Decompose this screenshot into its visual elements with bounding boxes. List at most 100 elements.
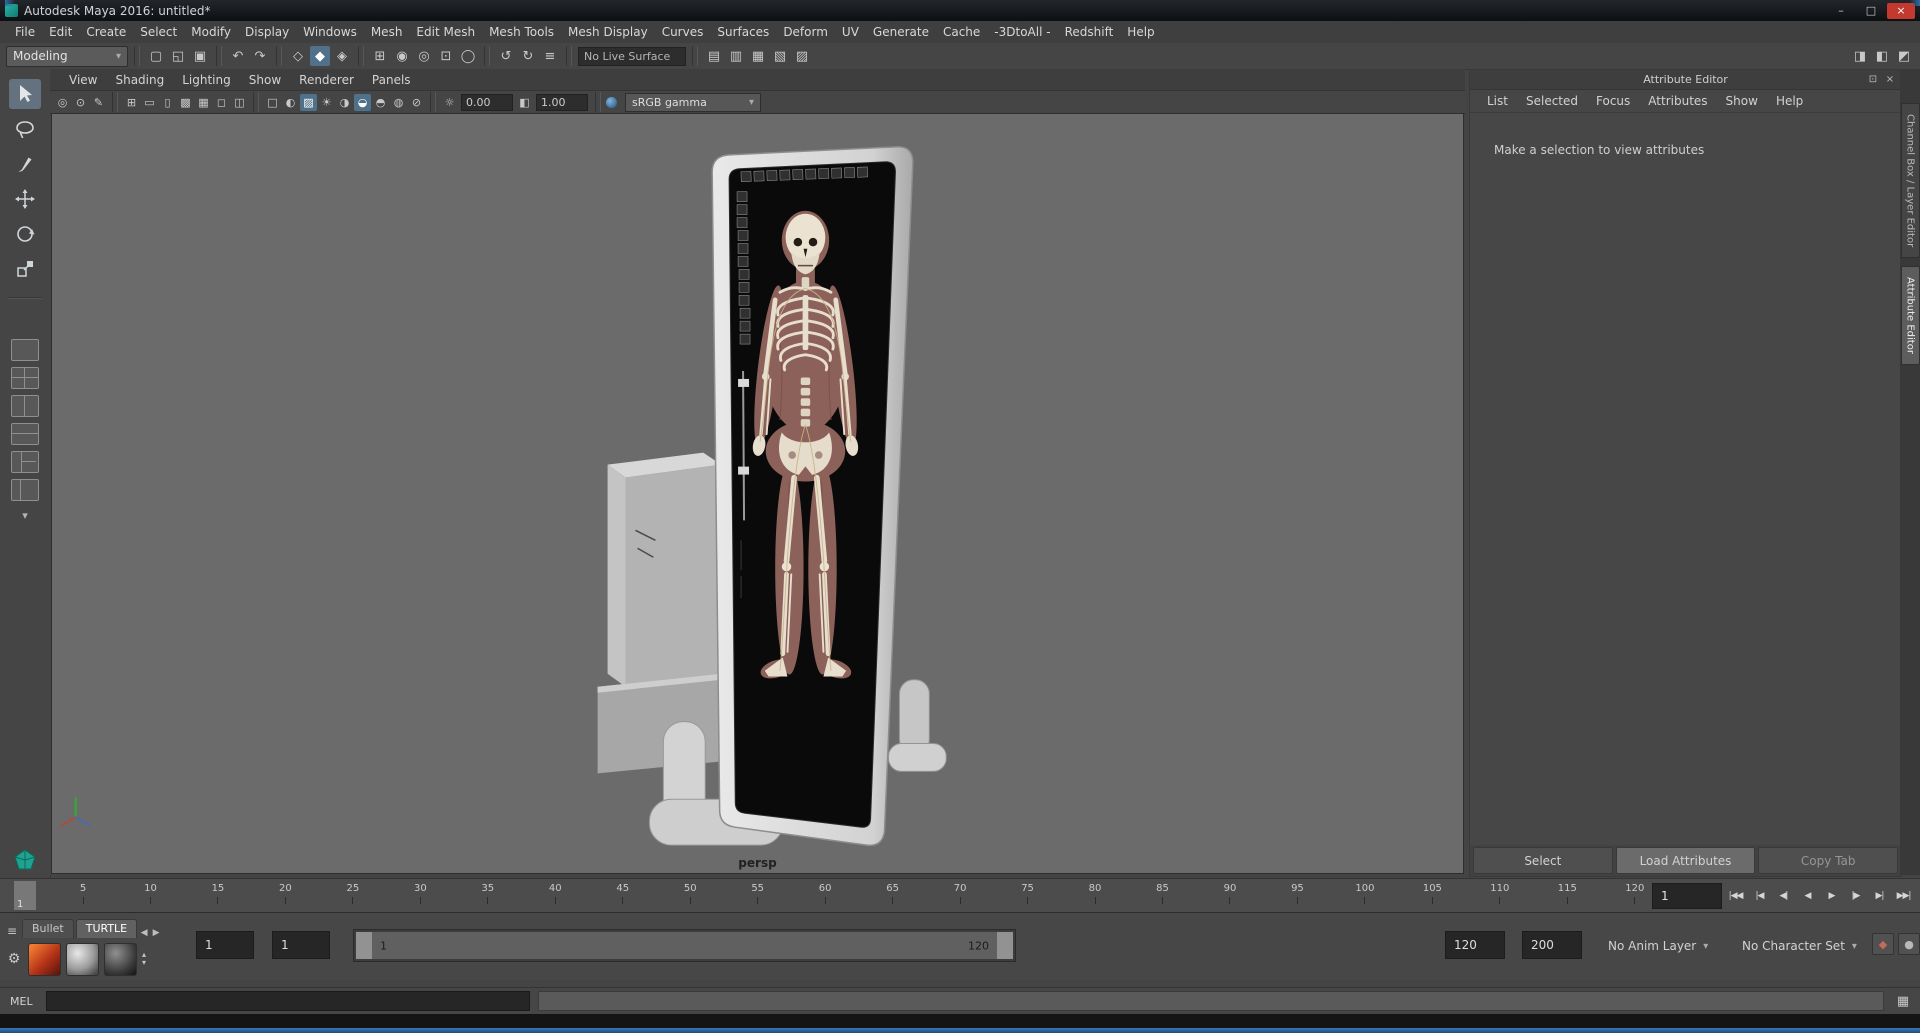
live-surface-field[interactable]: No Live Surface	[578, 46, 686, 66]
maximize-button[interactable]: □	[1857, 3, 1885, 19]
textured-mode-icon[interactable]: ▨	[300, 93, 317, 111]
playback-start-field[interactable]: 1	[272, 931, 330, 959]
step-back-key-button[interactable]: ◀|	[1772, 883, 1795, 909]
ae-menu-attributes[interactable]: Attributes	[1639, 94, 1716, 108]
minimize-button[interactable]: –	[1827, 3, 1855, 19]
tab-channel-box-layer-editor[interactable]: Channel Box / Layer Editor	[1900, 103, 1920, 259]
playback-end-field[interactable]: 120	[1445, 931, 1505, 959]
step-forward-key-button[interactable]: |▶	[1844, 883, 1867, 909]
menu-uv[interactable]: UV	[835, 25, 866, 39]
paint-select-tool[interactable]	[9, 149, 41, 179]
ae-menu-help[interactable]: Help	[1767, 94, 1812, 108]
motion-blur-icon[interactable]: ◓	[372, 94, 389, 111]
group-divider[interactable]	[216, 46, 222, 66]
shadows-icon[interactable]: ◑	[336, 94, 353, 111]
group-divider[interactable]	[358, 46, 364, 66]
select-tool[interactable]	[9, 79, 41, 109]
shaded-mode-icon[interactable]: ◐	[282, 94, 299, 111]
close-panel-icon[interactable]: ×	[1883, 74, 1897, 85]
grid-toggle-icon[interactable]: ⊞	[123, 94, 140, 111]
attribute-editor-header[interactable]: Attribute Editor ⊡ ×	[1470, 70, 1901, 90]
panel-menu-panels[interactable]: Panels	[363, 73, 420, 87]
shelf-tab-turtle[interactable]: TURTLE	[75, 919, 138, 938]
viewport-canvas[interactable]: persp	[51, 113, 1464, 874]
lock-camera-icon[interactable]: ⊙	[72, 94, 89, 111]
anim-layer-dropdown[interactable]: No Anim Layer ▾	[1608, 933, 1708, 959]
layout-single-pane-button[interactable]	[11, 339, 39, 361]
select-camera-icon[interactable]: ◎	[54, 94, 71, 111]
menu-mesh-tools[interactable]: Mesh Tools	[482, 25, 561, 39]
layout-three-panes-button[interactable]	[11, 451, 39, 473]
input-connections-icon[interactable]: ↺	[496, 46, 516, 66]
film-gate-icon[interactable]: ▭	[141, 94, 158, 111]
display-counter-icon-5[interactable]: ▨	[792, 46, 812, 66]
material-sphere-shelf-icon[interactable]	[66, 942, 99, 976]
play-forwards-button[interactable]: ▶	[1820, 883, 1843, 909]
select-hierarchy-icon[interactable]: ◇	[288, 46, 308, 66]
group-divider[interactable]	[566, 46, 572, 66]
safe-action-icon[interactable]: ◻	[213, 94, 230, 111]
move-tool[interactable]	[9, 184, 41, 214]
output-connections-icon[interactable]: ↻	[518, 46, 538, 66]
menu-mesh-display[interactable]: Mesh Display	[561, 25, 655, 39]
save-scene-icon[interactable]: ▣	[190, 46, 210, 66]
more-layouts-chevron-icon[interactable]: ▾	[22, 509, 28, 522]
panel-menu-show[interactable]: Show	[240, 73, 290, 87]
lasso-tool[interactable]	[9, 114, 41, 144]
menu-edit[interactable]: Edit	[42, 25, 79, 39]
group-divider[interactable]	[484, 46, 490, 66]
menu-help[interactable]: Help	[1120, 25, 1161, 39]
ambient-occlusion-icon[interactable]: ◒	[354, 93, 371, 111]
construction-history-icon[interactable]: ≡	[540, 46, 560, 66]
select-button[interactable]: Select	[1473, 847, 1613, 874]
layout-two-panes-stacked-button[interactable]	[11, 423, 39, 445]
panel-menu-lighting[interactable]: Lighting	[173, 73, 240, 87]
range-slider[interactable]: 1 120	[353, 929, 1016, 962]
step-forward-frame-button[interactable]: ▶|	[1868, 883, 1891, 909]
gamma-icon[interactable]: ◧	[516, 94, 533, 111]
select-component-icon[interactable]: ◈	[332, 46, 352, 66]
go-to-start-button[interactable]: |◀◀	[1724, 883, 1747, 909]
play-backwards-button[interactable]: ◀	[1796, 883, 1819, 909]
shelf-tab-bullet[interactable]: Bullet	[22, 919, 74, 938]
menu-deform[interactable]: Deform	[776, 25, 835, 39]
menu-edit-mesh[interactable]: Edit Mesh	[409, 25, 482, 39]
command-language-label[interactable]: MEL	[10, 995, 38, 1008]
range-slider-bar[interactable]	[356, 932, 1013, 959]
menuset-dropdown[interactable]: Modeling ▾	[6, 45, 128, 67]
toggle-tool-settings-icon[interactable]: ◧	[1872, 46, 1892, 66]
isolate-select-icon[interactable]: ⊘	[408, 94, 425, 111]
shelf-prev-icon[interactable]: ◀	[139, 928, 149, 938]
menu-modify[interactable]: Modify	[184, 25, 238, 39]
panel-menu-view[interactable]: View	[60, 73, 106, 87]
current-frame-field[interactable]: 1	[1652, 883, 1722, 909]
animation-end-field[interactable]: 200	[1522, 931, 1582, 959]
display-counter-icon-3[interactable]: ▦	[748, 46, 768, 66]
titlebar[interactable]: Autodesk Maya 2016: untitled* – □ ×	[0, 0, 1920, 22]
open-scene-icon[interactable]: ◱	[168, 46, 188, 66]
exposure-icon[interactable]: ☼	[441, 94, 458, 111]
go-to-end-button[interactable]: ▶▶|	[1892, 883, 1915, 909]
snap-to-view-planes-icon[interactable]: ⊡	[436, 46, 456, 66]
current-frame-marker[interactable]: 1	[14, 881, 36, 910]
snap-to-points-icon[interactable]: ◎	[414, 46, 434, 66]
menu-curves[interactable]: Curves	[655, 25, 711, 39]
use-all-lights-icon[interactable]: ☀	[318, 94, 335, 111]
toggle-channel-box-icon[interactable]: ◩	[1894, 46, 1914, 66]
color-management-icon[interactable]	[606, 96, 617, 108]
display-counter-icon-4[interactable]: ▧	[770, 46, 790, 66]
menu-redshift[interactable]: Redshift	[1058, 25, 1121, 39]
menu-display[interactable]: Display	[238, 25, 296, 39]
menu-create[interactable]: Create	[79, 25, 133, 39]
menu-surfaces[interactable]: Surfaces	[710, 25, 776, 39]
colorspace-dropdown[interactable]: sRGB gamma ▾	[625, 92, 761, 112]
group-divider[interactable]	[276, 46, 282, 66]
redo-icon[interactable]: ↷	[250, 46, 270, 66]
gamma-field[interactable]: 1.00	[536, 93, 588, 111]
exposure-field[interactable]: 0.00	[461, 93, 513, 111]
menu-mesh[interactable]: Mesh	[364, 25, 410, 39]
menu-generate[interactable]: Generate	[866, 25, 936, 39]
snap-to-curves-icon[interactable]: ◉	[392, 46, 412, 66]
tab-attribute-editor[interactable]: Attribute Editor	[1900, 266, 1920, 366]
scale-tool[interactable]	[9, 254, 41, 284]
